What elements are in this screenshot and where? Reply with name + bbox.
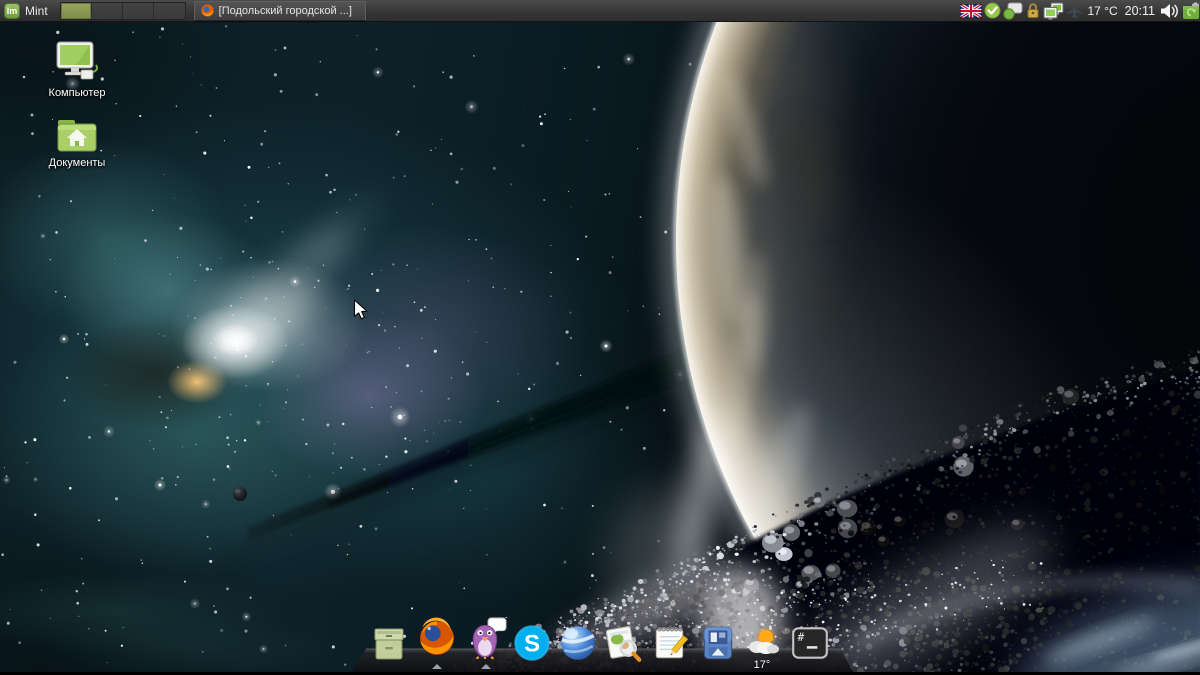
desktop-icon-documents[interactable]: Документы: [32, 116, 122, 169]
system-tray: 17 °C 20:11: [960, 0, 1200, 22]
mint-menu-button[interactable]: lm Mint: [0, 0, 54, 22]
svg-text:S: S: [524, 630, 540, 657]
desktop-icon-label: Компьютер: [49, 87, 106, 99]
mint-menu-label: Mint: [25, 4, 48, 18]
weather-icon: [742, 627, 782, 657]
wallpaper-space-art: [0, 22, 1200, 675]
home-folder-icon: [55, 116, 99, 154]
workspace-2[interactable]: [92, 3, 123, 19]
keyboard-layout-flag-icon[interactable]: [960, 0, 982, 22]
keyring-lock-icon[interactable]: [1025, 0, 1041, 22]
network-icon[interactable]: [1043, 0, 1064, 22]
dock-platform: [0, 615, 1200, 675]
weather-plane-icon[interactable]: [1066, 0, 1083, 22]
workspace-1[interactable]: [61, 3, 92, 19]
dock: S: [0, 615, 1200, 675]
small-moon: [233, 487, 247, 501]
desktop-area: Компьютер Документы: [0, 22, 1200, 675]
dock-pidgin[interactable]: [464, 617, 508, 669]
taskbar-window-button[interactable]: [Подольский городской ...]: [194, 1, 366, 21]
terminal-icon: #: [788, 622, 832, 664]
dock-weather-label: 17°: [742, 659, 782, 671]
trash-applet-icon[interactable]: [1182, 0, 1200, 22]
top-panel: lm Mint [Подольский городской ...]: [0, 0, 1200, 22]
svg-text:#: #: [797, 630, 804, 644]
workspace-switcher: [60, 2, 186, 20]
mint-logo-icon: lm: [4, 3, 20, 19]
google-earth-icon: [556, 622, 600, 664]
dock-terminal[interactable]: #: [788, 622, 832, 669]
workspace-3[interactable]: [123, 3, 154, 19]
dock-firefox[interactable]: [415, 617, 459, 669]
dock-google-earth[interactable]: [556, 622, 600, 669]
volume-icon[interactable]: [1160, 0, 1180, 22]
notepad-icon: [648, 622, 692, 664]
temperature-label[interactable]: 17 °C: [1085, 4, 1119, 18]
update-manager-icon[interactable]: [984, 0, 1001, 22]
clock[interactable]: 20:11: [1122, 4, 1158, 18]
dock-weather[interactable]: 17°: [742, 627, 782, 671]
software-installer-icon: [696, 622, 740, 664]
dock-skype[interactable]: S: [510, 622, 554, 669]
computer-icon: [53, 40, 101, 84]
firefox-icon: [415, 617, 459, 659]
image-search-icon: [601, 622, 645, 664]
running-indicator: [432, 664, 442, 669]
dock-notes[interactable]: [648, 622, 692, 669]
workspace-4[interactable]: [154, 3, 185, 19]
pidgin-icon: [464, 617, 508, 659]
desktop-screen: lm Mint [Подольский городской ...]: [0, 0, 1200, 675]
desktop-icon-computer[interactable]: Компьютер: [32, 40, 122, 99]
messenger-icon[interactable]: [1003, 0, 1023, 22]
dock-image-viewer[interactable]: [601, 622, 645, 669]
nebula-plume: [180, 188, 386, 395]
file-manager-icon: [368, 624, 410, 664]
running-indicator: [481, 664, 491, 669]
window-title: [Подольский городской ...]: [219, 5, 352, 17]
dock-file-manager[interactable]: [368, 624, 410, 669]
desktop-icon-label: Документы: [49, 157, 106, 169]
firefox-icon: [201, 4, 214, 17]
skype-icon: S: [510, 622, 554, 664]
dock-installer[interactable]: [696, 622, 740, 669]
mouse-cursor: [353, 299, 372, 321]
